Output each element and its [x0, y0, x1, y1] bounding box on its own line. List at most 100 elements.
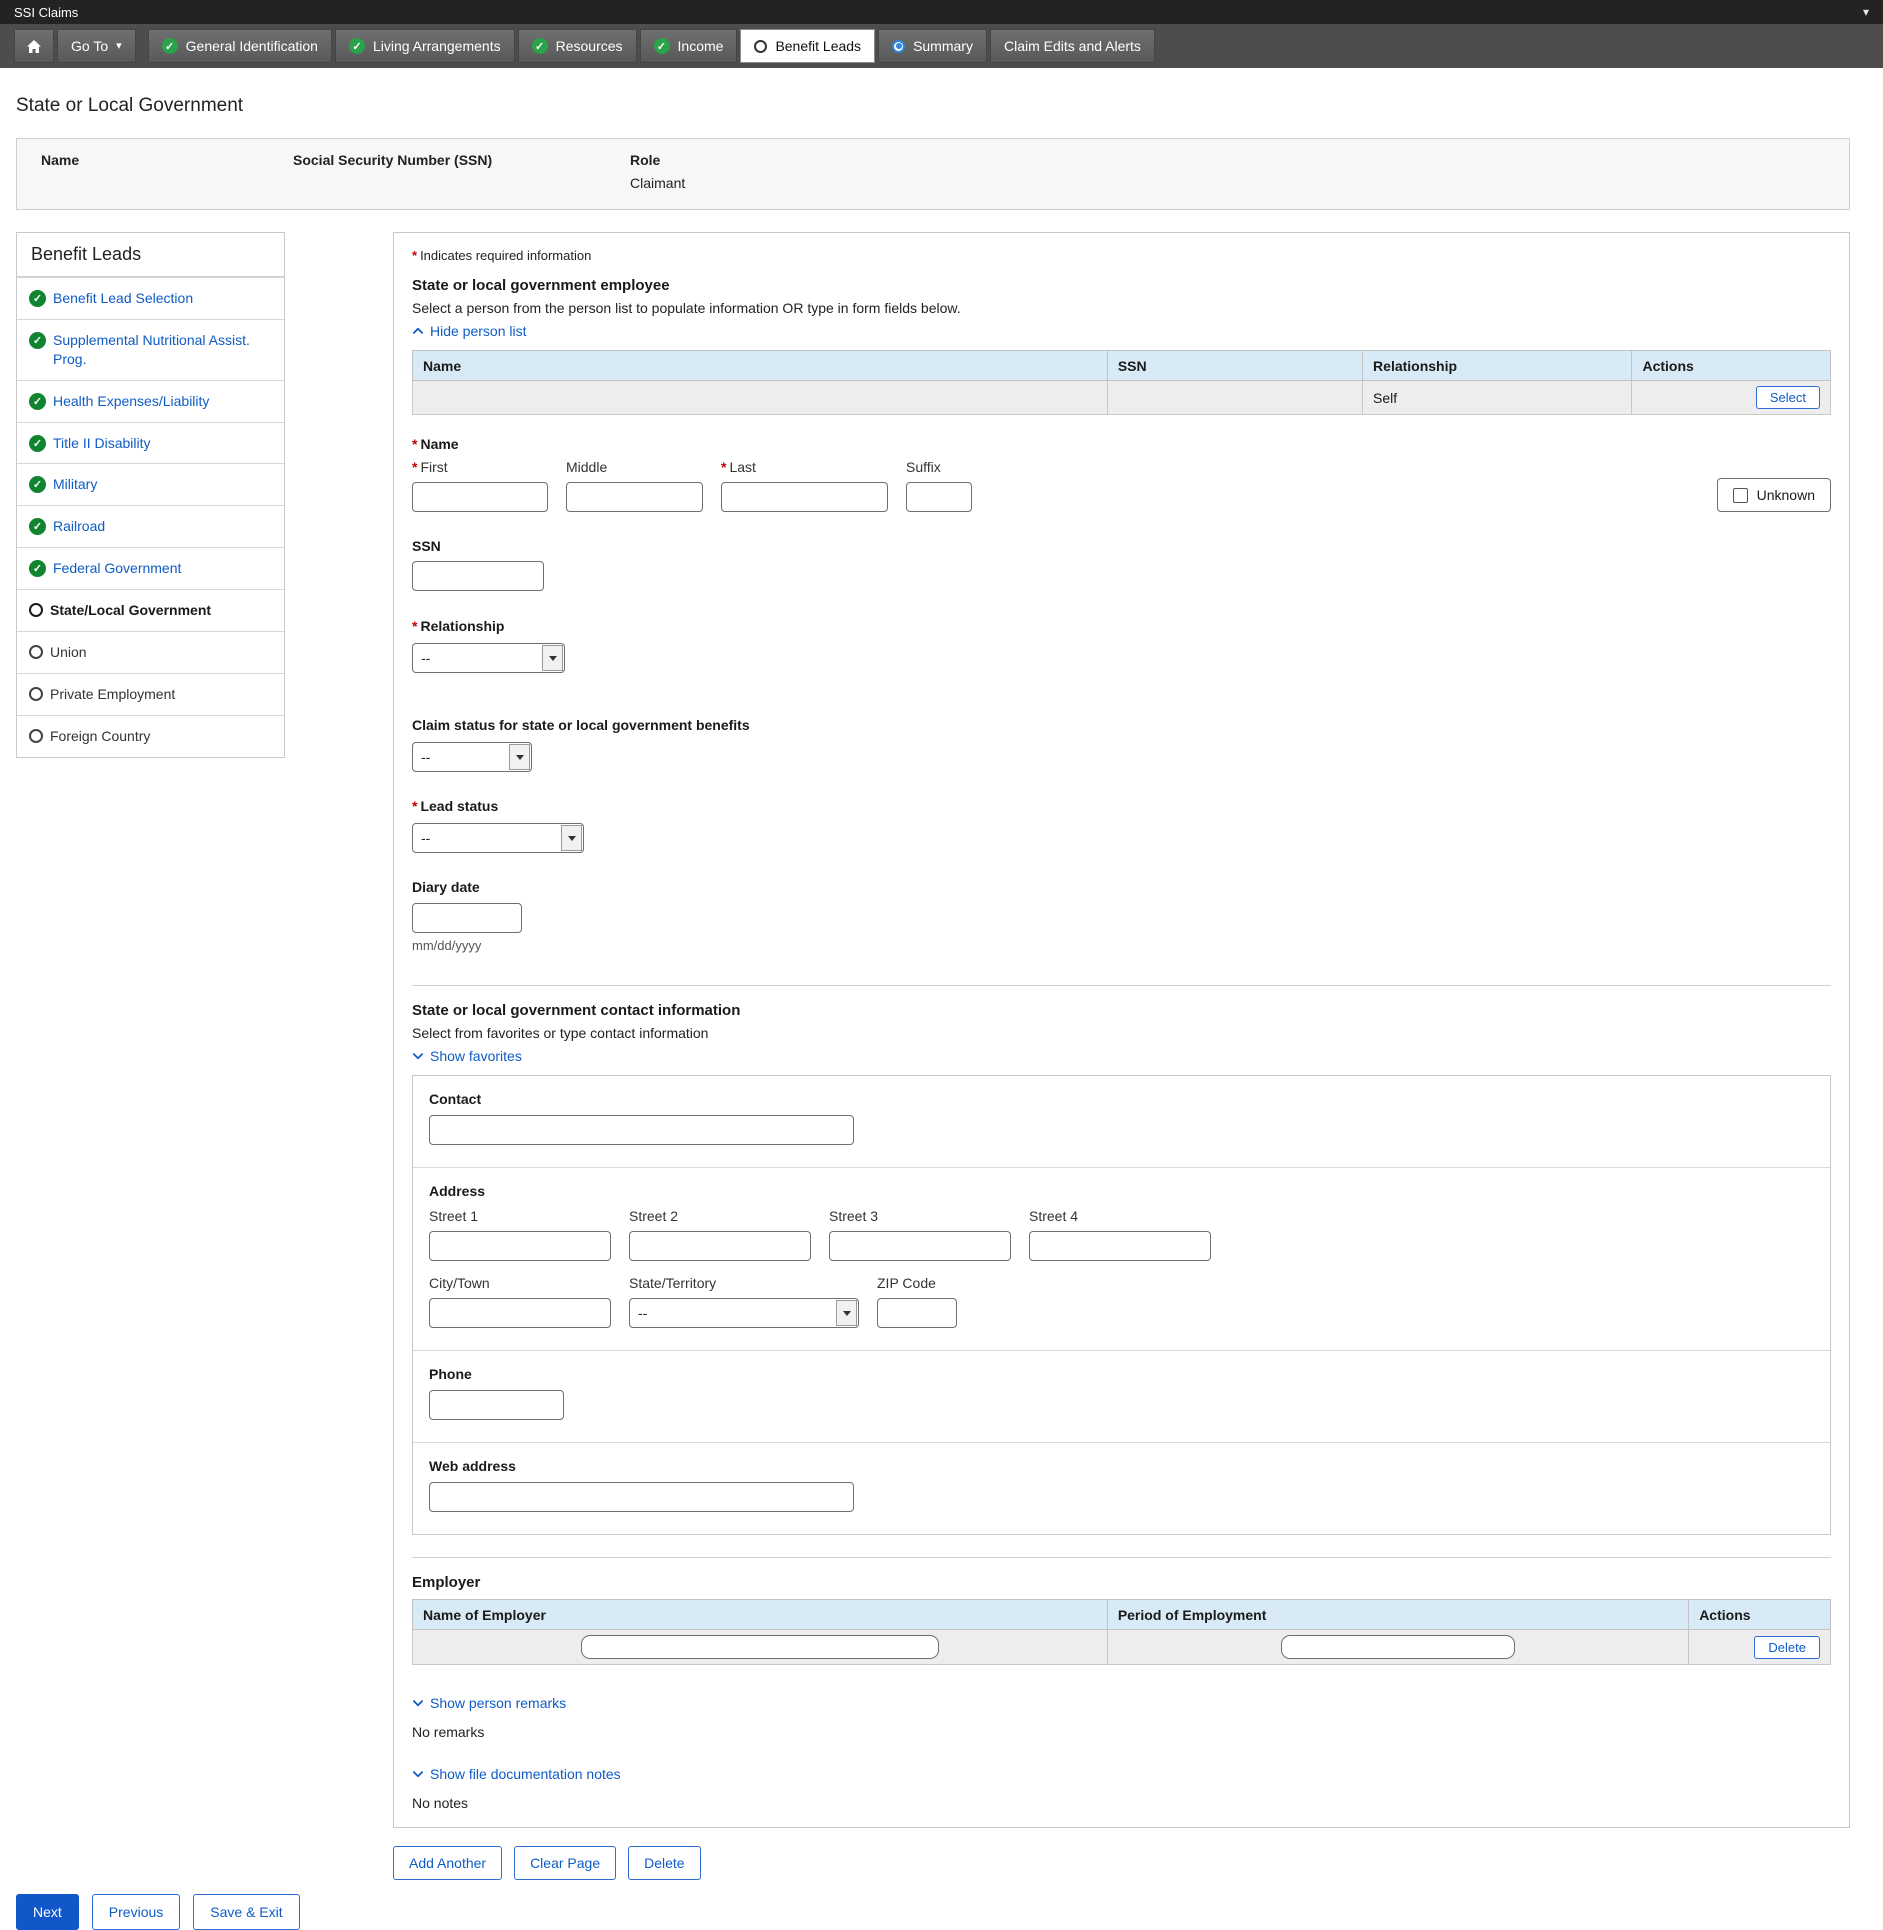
goto-label: Go To [71, 38, 108, 54]
contact-input[interactable] [429, 1115, 854, 1145]
section-divider [412, 1557, 1831, 1558]
sidebar-item-foreign-country[interactable]: Foreign Country [17, 715, 284, 757]
employee-instruction: Select a person from the person list to … [412, 300, 1831, 316]
middle-name-input[interactable] [566, 482, 703, 512]
sidebar-item-title-ii-disability[interactable]: ✓ Title II Disability [17, 422, 284, 464]
check-circle-icon: ✓ [29, 518, 46, 535]
sidebar-item-supplemental-nutritional-assist-prog[interactable]: ✓ Supplemental Nutritional Assist. Prog. [17, 319, 284, 380]
radio-circle-icon [29, 603, 43, 617]
wizard-footer-buttons: Next Previous Save & Exit [16, 1894, 1850, 1930]
sidebar-item-private-employment[interactable]: Private Employment [17, 673, 284, 715]
relationship-select[interactable]: -- [412, 643, 565, 673]
phone-input[interactable] [429, 1390, 564, 1420]
sidebar-item-railroad[interactable]: ✓ Railroad [17, 505, 284, 547]
employer-section-title: Employer [412, 1574, 1831, 1591]
tab-resources[interactable]: ✓ Resources [518, 29, 637, 63]
select-person-button[interactable]: Select [1756, 386, 1820, 409]
tab-claim-edits-alerts[interactable]: Claim Edits and Alerts [990, 29, 1155, 63]
save-and-exit-button[interactable]: Save & Exit [193, 1894, 299, 1930]
person-ssn-cell [1107, 381, 1362, 415]
chevron-up-icon [412, 325, 424, 337]
benefit-leads-sidebar: Benefit Leads ✓ Benefit Lead Selection ✓… [16, 232, 285, 758]
tab-income[interactable]: ✓ Income [640, 29, 738, 63]
check-circle-icon: ✓ [349, 38, 365, 54]
tab-benefit-leads[interactable]: Benefit Leads [740, 29, 875, 63]
delete-button[interactable]: Delete [628, 1846, 700, 1880]
street2-input[interactable] [629, 1231, 811, 1261]
diary-date-label: Diary date [412, 879, 1831, 895]
name-unknown-checkbox[interactable]: Unknown [1717, 478, 1831, 512]
tab-summary[interactable]: Summary [878, 29, 987, 63]
sidebar-item-state-local-government[interactable]: State/Local Government [17, 589, 284, 631]
chevron-down-icon [836, 1300, 857, 1326]
zip-code-input[interactable] [877, 1298, 957, 1328]
sidebar-item-label: Military [53, 475, 97, 494]
tab-label: Living Arrangements [373, 38, 501, 54]
employer-table: Name of Employer Period of Employment Ac… [412, 1599, 1831, 1665]
sidebar-item-health-expenses-liability[interactable]: ✓ Health Expenses/Liability [17, 380, 284, 422]
sidebar-item-federal-government[interactable]: ✓ Federal Government [17, 547, 284, 589]
add-another-button[interactable]: Add Another [393, 1846, 502, 1880]
show-favorites-label: Show favorites [430, 1048, 522, 1064]
check-circle-icon: ✓ [29, 332, 46, 349]
employer-name-input[interactable] [581, 1635, 939, 1659]
claim-status-select[interactable]: -- [412, 742, 532, 772]
state-territory-select[interactable]: -- [629, 1298, 859, 1328]
sidebar-item-military[interactable]: ✓ Military [17, 463, 284, 505]
street3-input[interactable] [829, 1231, 1011, 1261]
lead-status-select-value: -- [421, 830, 430, 846]
web-address-label: Web address [429, 1458, 1814, 1474]
relationship-label-row: *Relationship [412, 618, 1831, 634]
employer-delete-button[interactable]: Delete [1754, 1636, 1820, 1659]
caret-down-icon[interactable]: ▾ [1863, 5, 1869, 19]
person-table-header-row: Name SSN Relationship Actions [413, 351, 1831, 381]
next-button[interactable]: Next [16, 1894, 79, 1930]
first-name-input[interactable] [412, 482, 548, 512]
sidebar-item-benefit-lead-selection[interactable]: ✓ Benefit Lead Selection [17, 277, 284, 319]
ssn-input[interactable] [412, 561, 544, 591]
sidebar-item-label: Railroad [53, 517, 105, 536]
no-remarks-text: No remarks [412, 1724, 1831, 1740]
suffix-input[interactable] [906, 482, 972, 512]
contact-name-section: Contact [413, 1076, 1830, 1167]
street2-label: Street 2 [629, 1208, 811, 1224]
goto-menu-button[interactable]: Go To ▾ [57, 29, 136, 63]
diary-date-input[interactable] [412, 903, 522, 933]
lead-status-select[interactable]: -- [412, 823, 584, 853]
show-file-documentation-notes-link[interactable]: Show file documentation notes [412, 1766, 621, 1782]
required-asterisk: * [412, 459, 417, 475]
person-name-label: Name [41, 152, 293, 168]
column-header-relationship: Relationship [1363, 351, 1632, 381]
city-input[interactable] [429, 1298, 611, 1328]
check-circle-icon: ✓ [29, 290, 46, 307]
home-button[interactable] [14, 29, 54, 63]
sidebar-item-label: Health Expenses/Liability [53, 392, 209, 411]
street4-input[interactable] [1029, 1231, 1211, 1261]
clear-page-button[interactable]: Clear Page [514, 1846, 616, 1880]
address-section: Address Street 1 Street 2 Street 3 [413, 1167, 1830, 1350]
street1-input[interactable] [429, 1231, 611, 1261]
show-favorites-link[interactable]: Show favorites [412, 1048, 522, 1064]
hide-person-list-link[interactable]: Hide person list [412, 323, 527, 339]
empty-circle-icon [754, 40, 767, 53]
web-address-input[interactable] [429, 1482, 854, 1512]
last-name-input[interactable] [721, 482, 888, 512]
page-action-buttons: Add Another Clear Page Delete [393, 1846, 1850, 1880]
tab-living-arrangements[interactable]: ✓ Living Arrangements [335, 29, 515, 63]
sidebar-item-union[interactable]: Union [17, 631, 284, 673]
person-name-cell [413, 381, 1108, 415]
column-header-actions: Actions [1689, 1600, 1831, 1630]
name-fields-row: *First Middle *Last Suffix Unknow [412, 459, 1831, 512]
required-information-note: *Indicates required information [412, 248, 1831, 263]
sidebar-title: Benefit Leads [17, 233, 284, 277]
show-person-remarks-link[interactable]: Show person remarks [412, 1695, 566, 1711]
column-header-employment-period: Period of Employment [1107, 1600, 1688, 1630]
sidebar-item-label: State/Local Government [50, 601, 211, 620]
chevron-down-icon [509, 744, 530, 770]
column-header-actions: Actions [1632, 351, 1831, 381]
tab-general-identification[interactable]: ✓ General Identification [148, 29, 332, 63]
required-asterisk: * [412, 798, 417, 814]
previous-button[interactable]: Previous [92, 1894, 180, 1930]
employment-period-input[interactable] [1281, 1635, 1515, 1659]
last-name-label: Last [729, 459, 755, 475]
